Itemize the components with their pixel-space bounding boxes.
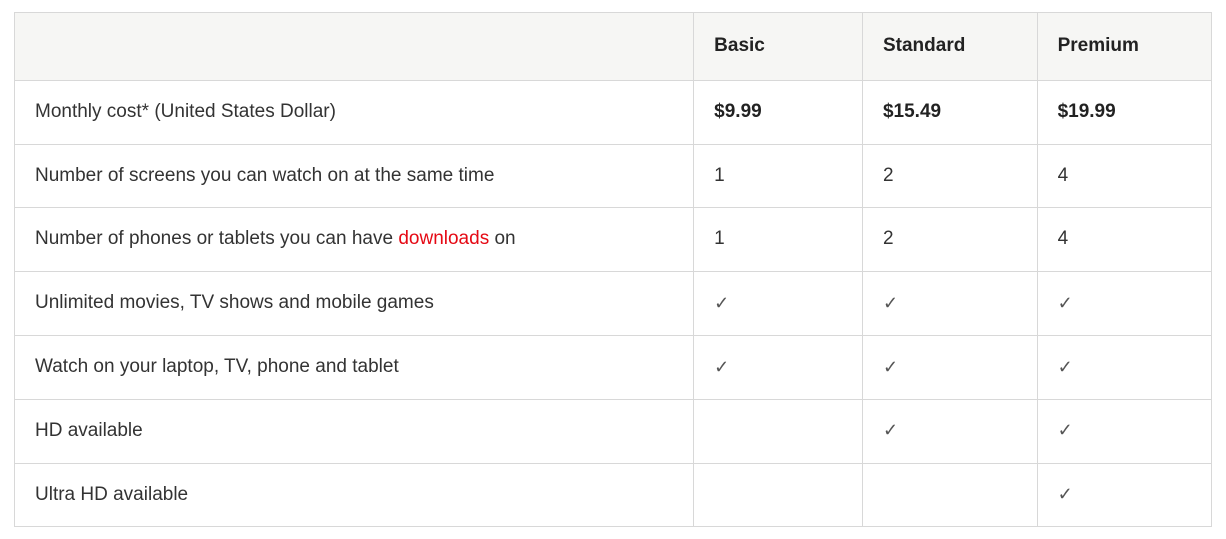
header-plan-premium: Premium	[1037, 13, 1211, 81]
hd-basic	[694, 399, 863, 463]
check-icon: ✓	[883, 357, 898, 377]
feature-monthly-cost-label: Monthly cost* (United States Dollar)	[15, 80, 694, 144]
check-icon: ✓	[714, 293, 729, 313]
feature-devices-label: Watch on your laptop, TV, phone and tabl…	[15, 335, 694, 399]
screens-premium: 4	[1037, 144, 1211, 208]
header-plan-standard: Standard	[862, 13, 1037, 81]
feature-screens-label: Number of screens you can watch on at th…	[15, 144, 694, 208]
check-icon: ✓	[883, 420, 898, 440]
check-icon: ✓	[714, 357, 729, 377]
screens-basic: 1	[694, 144, 863, 208]
screens-standard: 2	[862, 144, 1037, 208]
header-feature-blank	[15, 13, 694, 81]
downloads-label-post: on	[489, 228, 515, 249]
unlimited-basic: ✓	[694, 272, 863, 336]
price-premium: $19.99	[1037, 80, 1211, 144]
downloads-premium: 4	[1037, 208, 1211, 272]
uhd-standard	[862, 463, 1037, 527]
table-row: Unlimited movies, TV shows and mobile ga…	[15, 272, 1212, 336]
table-row: Number of phones or tablets you can have…	[15, 208, 1212, 272]
check-icon: ✓	[1058, 357, 1073, 377]
uhd-premium: ✓	[1037, 463, 1211, 527]
check-icon: ✓	[1058, 420, 1073, 440]
table-row: Monthly cost* (United States Dollar) $9.…	[15, 80, 1212, 144]
devices-basic: ✓	[694, 335, 863, 399]
unlimited-premium: ✓	[1037, 272, 1211, 336]
feature-hd-label: HD available	[15, 399, 694, 463]
downloads-standard: 2	[862, 208, 1037, 272]
price-basic: $9.99	[694, 80, 863, 144]
downloads-basic: 1	[694, 208, 863, 272]
table-row: Watch on your laptop, TV, phone and tabl…	[15, 335, 1212, 399]
header-plan-basic: Basic	[694, 13, 863, 81]
downloads-link[interactable]: downloads	[398, 228, 489, 249]
table-row: Number of screens you can watch on at th…	[15, 144, 1212, 208]
hd-standard: ✓	[862, 399, 1037, 463]
downloads-label-pre: Number of phones or tablets you can have	[35, 228, 398, 249]
check-icon: ✓	[1058, 293, 1073, 313]
hd-premium: ✓	[1037, 399, 1211, 463]
check-icon: ✓	[1058, 484, 1073, 504]
devices-premium: ✓	[1037, 335, 1211, 399]
feature-unlimited-label: Unlimited movies, TV shows and mobile ga…	[15, 272, 694, 336]
price-standard: $15.49	[862, 80, 1037, 144]
unlimited-standard: ✓	[862, 272, 1037, 336]
uhd-basic	[694, 463, 863, 527]
table-row: HD available ✓ ✓	[15, 399, 1212, 463]
devices-standard: ✓	[862, 335, 1037, 399]
table-header-row: Basic Standard Premium	[15, 13, 1212, 81]
pricing-table: Basic Standard Premium Monthly cost* (Un…	[14, 12, 1212, 527]
feature-uhd-label: Ultra HD available	[15, 463, 694, 527]
feature-downloads-label: Number of phones or tablets you can have…	[15, 208, 694, 272]
table-row: Ultra HD available ✓	[15, 463, 1212, 527]
check-icon: ✓	[883, 293, 898, 313]
